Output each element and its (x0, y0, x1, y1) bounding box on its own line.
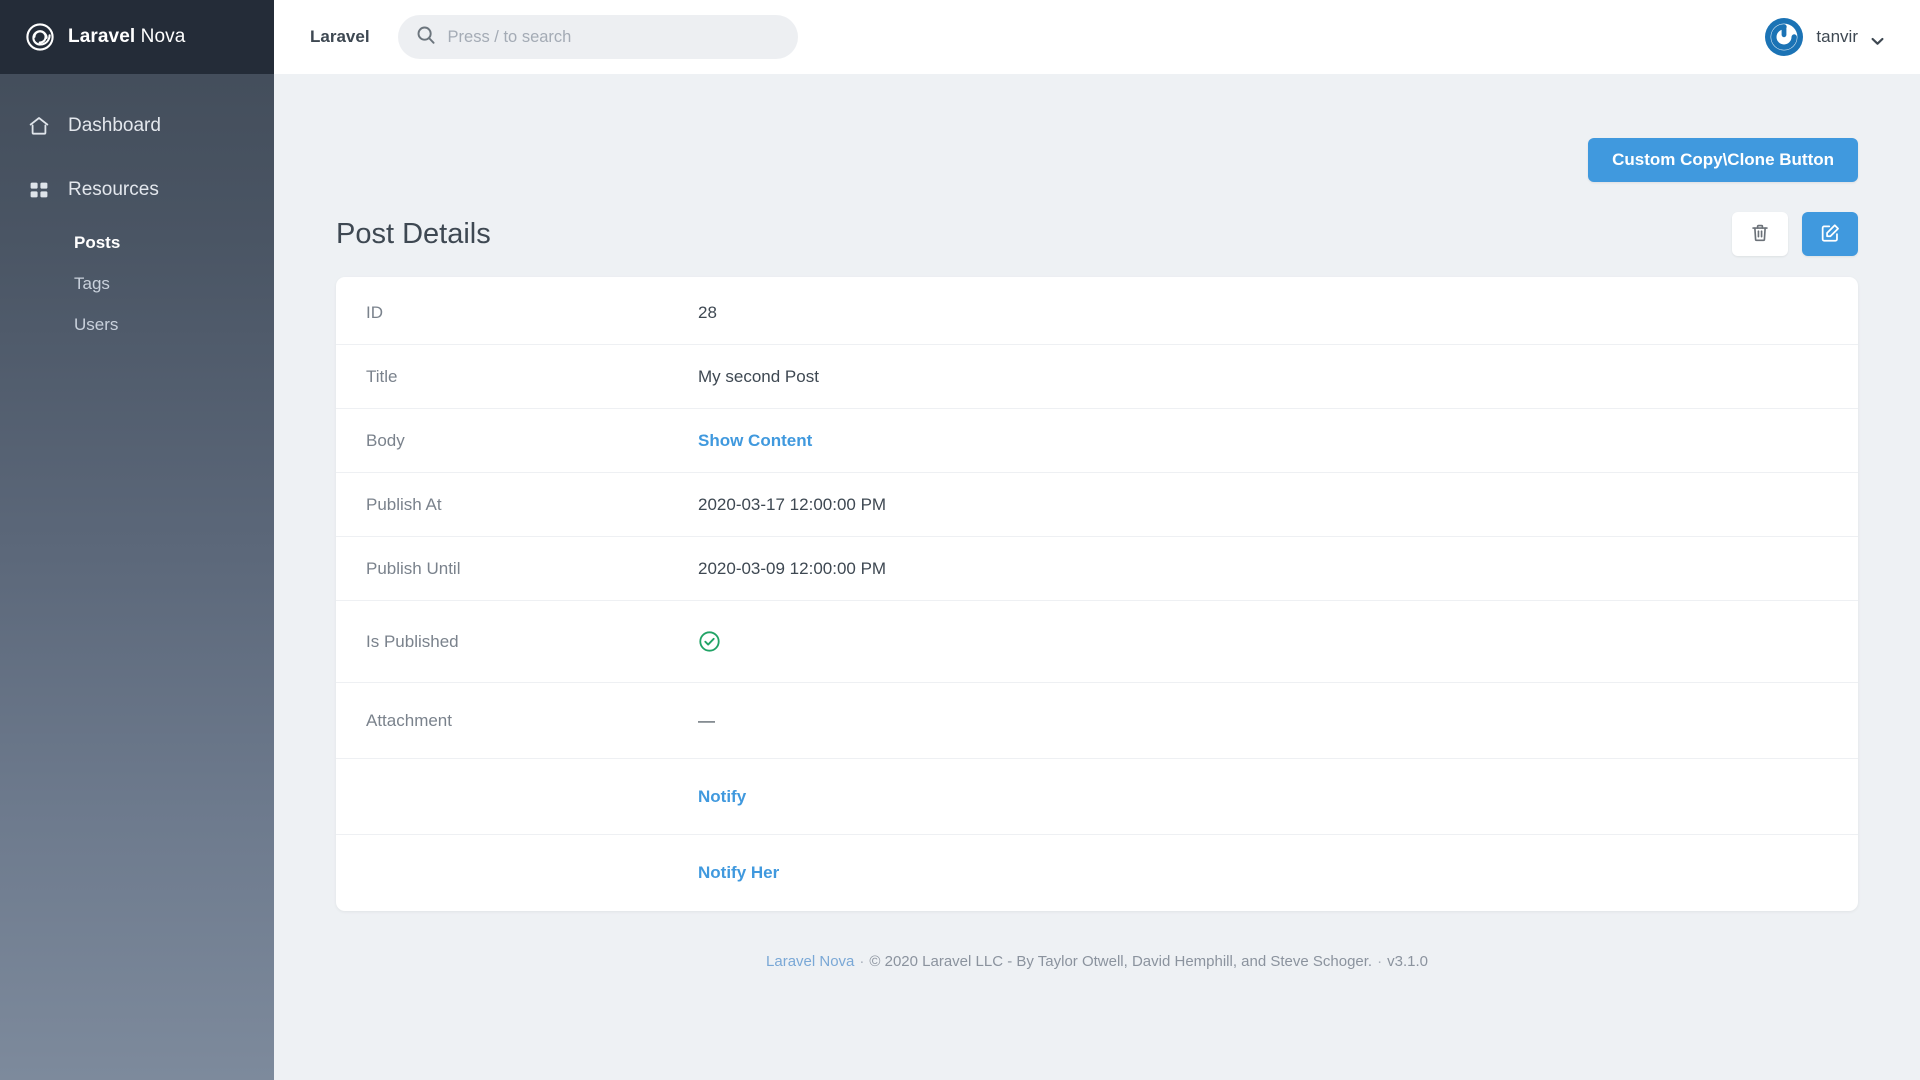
footer-copyright: © 2020 Laravel LLC - By Taylor Otwell, D… (869, 953, 1373, 970)
custom-copy-clone-button[interactable]: Custom Copy\Clone Button (1588, 138, 1858, 182)
field-value (698, 630, 721, 653)
edit-button[interactable] (1802, 212, 1858, 256)
check-circle-icon (698, 630, 721, 653)
panel-action-buttons (1732, 212, 1858, 256)
gravatar-power-icon (1765, 18, 1804, 56)
search-icon (416, 25, 436, 50)
sidebar-item-users[interactable]: Users (74, 304, 274, 345)
sidebar-subnav: Posts Tags Users (0, 222, 274, 345)
field-label: Publish At (366, 494, 442, 514)
field-label: Publish Until (366, 558, 461, 578)
field-label: Title (366, 366, 398, 386)
topbar: Laravel Press / to search tanvir (274, 0, 1920, 74)
table-row: Publish At 2020-03-17 12:00:00 PM (336, 473, 1858, 537)
table-row: Publish Until 2020-03-09 12:00:00 PM (336, 537, 1858, 601)
sidebar-item-tags[interactable]: Tags (74, 263, 274, 304)
panel-header: Post Details (336, 209, 1858, 259)
main-area: Laravel Press / to search tanvir Custom … (274, 0, 1920, 1080)
table-row: Title My second Post (336, 345, 1858, 409)
table-row: Notify (336, 759, 1858, 835)
page-title: Post Details (336, 217, 491, 250)
footer-separator: · (1377, 953, 1383, 970)
field-value: My second Post (698, 366, 819, 386)
field-value: 2020-03-09 12:00:00 PM (698, 558, 887, 578)
sidebar-subitem-label: Tags (74, 273, 110, 293)
chevron-down-icon (1871, 33, 1884, 45)
topbar-brand: Laravel (310, 27, 370, 46)
trash-icon (1749, 222, 1771, 247)
grid-icon (28, 179, 50, 201)
field-value: — (698, 710, 715, 730)
field-label: Attachment (366, 710, 452, 730)
field-label: Body (366, 430, 405, 450)
sidebar-item-label: Resources (68, 179, 159, 200)
global-search[interactable] (397, 15, 798, 59)
user-menu[interactable]: tanvir (1765, 18, 1884, 56)
home-icon (28, 115, 50, 137)
sidebar-nav: Dashboard Resources Posts Tags Users (0, 74, 274, 345)
notify-link[interactable]: Notify (698, 787, 746, 807)
sidebar-logo[interactable]: Laravel Nova (0, 0, 274, 74)
table-row: ID 28 (336, 281, 1858, 345)
sidebar-subitem-label: Users (74, 314, 119, 334)
field-label: Is Published (366, 631, 459, 651)
search-input[interactable] (447, 15, 780, 59)
sidebar: Laravel Nova Dashboard Resources Posts T… (0, 0, 274, 1080)
top-actions-bar: Custom Copy\Clone Button (336, 138, 1858, 182)
logo-bold-text: Laravel (68, 26, 136, 47)
table-row: Attachment — (336, 683, 1858, 759)
table-row: Is Published (336, 601, 1858, 683)
field-value: 28 (698, 302, 717, 322)
sidebar-logo-text: Laravel Nova (68, 26, 185, 48)
edit-pencil-square-icon (1819, 222, 1841, 247)
table-row: Body Show Content (336, 409, 1858, 473)
footer-separator: · (859, 953, 865, 970)
sidebar-item-label: Dashboard (68, 115, 161, 136)
sidebar-item-dashboard[interactable]: Dashboard (0, 106, 274, 146)
sidebar-subitem-label: Posts (74, 232, 121, 252)
field-value: 2020-03-17 12:00:00 PM (698, 494, 887, 514)
user-name: tanvir (1816, 27, 1858, 46)
sidebar-item-resources[interactable]: Resources (0, 170, 274, 210)
field-label: ID (366, 302, 383, 322)
show-content-link[interactable]: Show Content (698, 431, 812, 451)
table-row: Notify Her (336, 835, 1858, 911)
footer: Laravel Nova · © 2020 Laravel LLC - By Tay… (336, 911, 1858, 970)
post-details-card: ID 28 Title My second Post Body Show Con… (336, 277, 1858, 911)
notify-her-link[interactable]: Notify Her (698, 863, 779, 883)
footer-version: v3.1.0 (1387, 953, 1428, 970)
footer-nova-link[interactable]: Laravel Nova (766, 953, 854, 970)
content-scroll-area: Custom Copy\Clone Button Post Details ID… (274, 74, 1920, 1080)
content-container: Custom Copy\Clone Button Post Details ID… (336, 74, 1858, 970)
sidebar-item-posts[interactable]: Posts (74, 222, 274, 263)
app-root: Laravel Nova Dashboard Resources Posts T… (0, 0, 1920, 1080)
delete-button[interactable] (1732, 212, 1788, 256)
logo-light-text: Nova (135, 26, 186, 47)
nova-spiral-logo-icon (26, 23, 54, 51)
